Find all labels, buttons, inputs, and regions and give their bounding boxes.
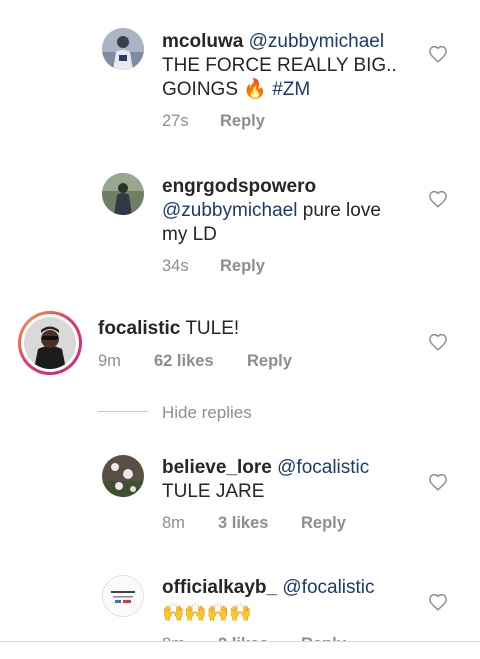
comment-username[interactable]: mcoluwa [162,31,243,52]
hide-replies-divider [98,411,148,412]
comment-time: 9m [98,352,121,370]
comment-mention[interactable]: @focalistic [282,577,374,598]
reply-button[interactable]: Reply [220,112,265,131]
heart-outline-icon[interactable] [428,593,448,611]
comment-text: TULE JARE [162,481,265,502]
comment-time: 27s [162,112,189,130]
heart-outline-icon[interactable] [428,190,448,208]
comment-username[interactable]: focalistic [98,318,180,339]
comment-time: 8m [162,514,185,532]
likes-count[interactable]: 3 likes [218,514,301,533]
avatar [24,317,76,369]
comment-emoji: 🙌🙌🙌🙌 [162,602,252,622]
comment-body: believe_lore @focalistic TULE JARE [162,456,422,504]
comment-meta: 9m 62 likes Reply [98,352,292,371]
story-ring-avatar[interactable] [18,311,82,375]
avatar[interactable] [102,173,144,215]
comment-text: pure love [302,200,381,221]
comment-body: focalistic TULE! [98,317,418,341]
comment-body: mcoluwa @zubbymichael THE FORCE REALLY B… [162,30,422,102]
comment-mcoluwa: mcoluwa @zubbymichael THE FORCE REALLY B… [0,0,480,145]
comment-meta: 34s Reply [162,257,265,276]
heart-outline-icon[interactable] [428,333,448,351]
comment-hashtag[interactable]: #ZM [272,79,310,100]
comment-meta: 27s Reply [162,112,265,131]
comment-believe-lore: believe_lore @focalistic TULE JARE 8m 3 … [0,425,480,555]
comment-username[interactable]: believe_lore [162,457,272,478]
comment-mention[interactable]: @zubbymichael [249,31,384,52]
likes-count[interactable]: 62 likes [154,352,247,371]
hide-replies-button[interactable]: Hide replies [162,403,252,423]
comment-meta: 8m 3 likes Reply [162,514,346,533]
comment-mention[interactable]: @focalistic [277,457,369,478]
comment-body: engrgodspowero @zubbymichael pure love m… [162,175,422,247]
avatar[interactable] [102,455,144,497]
comment-mention[interactable]: @zubbymichael [162,200,297,221]
heart-outline-icon[interactable] [428,473,448,491]
reply-button[interactable]: Reply [220,257,265,276]
comment-engrgodspowero: engrgodspowero @zubbymichael pure love m… [0,145,480,295]
comment-text-line2: my LD [162,224,217,245]
comment-text: TULE! [185,318,240,339]
comment-focalistic: focalistic TULE! 9m 62 likes Reply [0,295,480,390]
comment-body: officialkayb_ @focalistic 🙌🙌🙌🙌 [162,576,422,625]
reply-button[interactable]: Reply [247,352,292,371]
comment-time: 34s [162,257,189,275]
comment-username[interactable]: officialkayb_ [162,577,277,598]
comment-text: THE FORCE REALLY BIG.. [162,55,397,76]
heart-outline-icon[interactable] [428,45,448,63]
reply-button[interactable]: Reply [301,514,346,533]
bottom-bar-edge [0,641,480,659]
avatar[interactable] [102,28,144,70]
avatar[interactable] [102,575,144,617]
comment-text-line2: GOINGS 🔥 [162,79,267,100]
comment-username[interactable]: engrgodspowero [162,176,316,197]
